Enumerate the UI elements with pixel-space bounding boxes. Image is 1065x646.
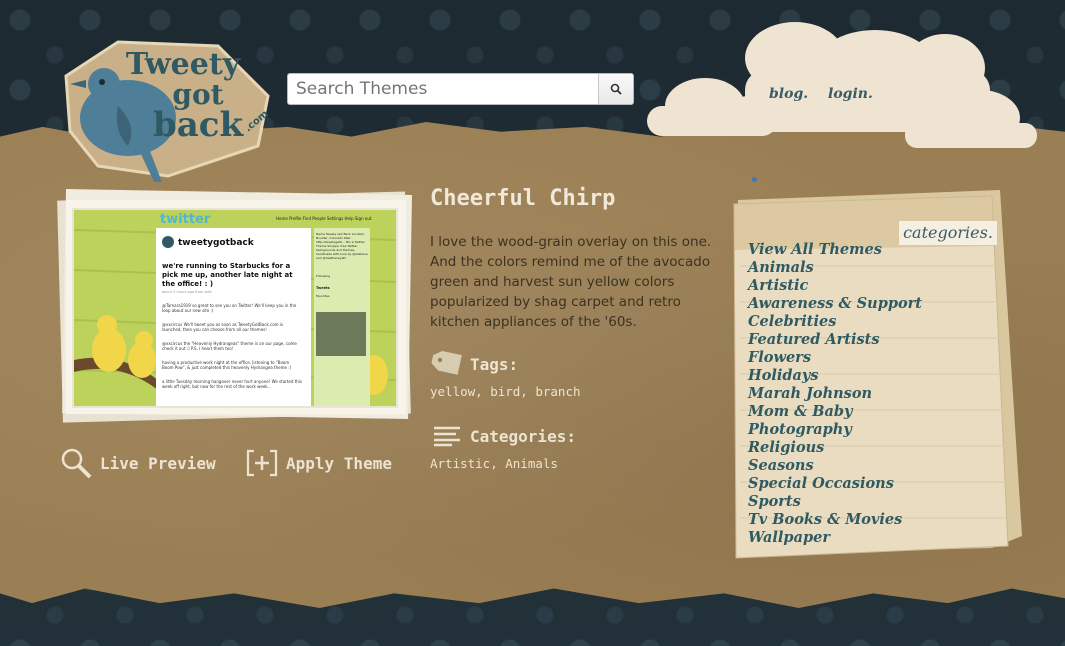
theme-title: Cheerful Chirp xyxy=(430,186,616,211)
twitter-status: we're running to Starbucks for a pick me… xyxy=(162,262,293,288)
svg-text:back: back xyxy=(153,105,245,145)
category-artistic[interactable]: Artistic xyxy=(748,277,922,295)
search-button[interactable] xyxy=(598,74,633,104)
category-awareness-support[interactable]: Awareness & Support xyxy=(748,295,922,313)
tweet-item: @xxcircus We'll tweet you as soon as Twe… xyxy=(162,322,284,332)
twitter-sidebar-following: Following xyxy=(316,274,331,278)
twitter-nav: Home Profile Find People Settings Help S… xyxy=(276,216,372,221)
twitter-timeline: @Tamara1919 so great to see you on Twitt… xyxy=(162,303,302,394)
live-preview-button[interactable]: Live Preview xyxy=(60,447,216,479)
tags-value[interactable]: yellow, bird, branch xyxy=(430,384,581,399)
category-flowers[interactable]: Flowers xyxy=(748,349,922,367)
search-bar xyxy=(287,73,634,105)
category-sports[interactable]: Sports xyxy=(748,493,922,511)
twitter-screenshot: twitter Home Profile Find People Setting… xyxy=(73,210,397,406)
category-holidays[interactable]: Holidays xyxy=(748,367,922,385)
tags-label: Tags: xyxy=(470,355,519,374)
search-input[interactable] xyxy=(288,74,600,104)
theme-preview[interactable]: twitter Home Profile Find People Setting… xyxy=(56,188,416,426)
apply-theme-label: Apply Theme xyxy=(286,453,392,473)
category-marah-johnson[interactable]: Marah Johnson xyxy=(748,385,922,403)
twitter-brand: twitter xyxy=(160,212,211,227)
tweet-item: @xxcircus the "Heavenly Hydrangeas" them… xyxy=(162,341,297,351)
twitter-status-meta: about 5 hours ago from web xyxy=(162,290,212,294)
category-view-all-themes[interactable]: View All Themes xyxy=(748,241,922,259)
site-logo[interactable]: Tweety got back .com xyxy=(58,36,276,184)
category-wallpaper[interactable]: Wallpaper xyxy=(748,529,922,547)
nav-blog-link[interactable]: blog. xyxy=(769,86,808,102)
categories-value[interactable]: Artistic, Animals xyxy=(430,456,558,471)
categories-list: View All Themes Animals Artistic Awarene… xyxy=(748,241,922,547)
magnifier-icon xyxy=(61,448,92,479)
category-animals[interactable]: Animals xyxy=(748,259,922,277)
category-celebrities[interactable]: Celebrities xyxy=(748,313,922,331)
category-mom-baby[interactable]: Mom & Baby xyxy=(748,403,922,421)
category-religious[interactable]: Religious xyxy=(748,439,922,457)
search-icon xyxy=(610,83,622,95)
twitter-sidebar-info: Name Tweety Got Back Location Boulder, C… xyxy=(316,232,368,260)
category-special-occasions[interactable]: Special Occasions xyxy=(748,475,922,493)
nav-login-link[interactable]: login. xyxy=(828,86,873,102)
live-preview-label: Live Preview xyxy=(100,453,216,473)
category-seasons[interactable]: Seasons xyxy=(748,457,922,475)
apply-plus-icon xyxy=(246,449,278,477)
categories-label: Categories: xyxy=(470,427,576,446)
twitter-sidebar-favorites: Favorites xyxy=(316,294,330,298)
twitter-username: tweetygotback xyxy=(178,238,254,248)
tag-icon xyxy=(431,350,462,375)
category-featured-artists[interactable]: Featured Artists xyxy=(748,331,922,349)
twitter-sidebar-tweets: Tweets xyxy=(316,286,330,290)
svg-text:Tweety: Tweety xyxy=(126,47,242,82)
apply-theme-button[interactable]: Apply Theme xyxy=(246,449,392,477)
indicator-dot xyxy=(752,177,757,182)
tweet-item: a little Tuesday morning hangover never … xyxy=(162,379,302,389)
category-photography[interactable]: Photography xyxy=(748,421,922,439)
theme-description: I love the wood-grain overlay on this on… xyxy=(430,234,712,330)
category-tv-books-movies[interactable]: Tv Books & Movies xyxy=(748,511,922,529)
tweet-item: having a productive work night at the of… xyxy=(162,360,292,370)
categories-list-icon xyxy=(434,426,460,447)
tweet-item: @Tamara1919 so great to see you on Twitt… xyxy=(162,303,297,313)
